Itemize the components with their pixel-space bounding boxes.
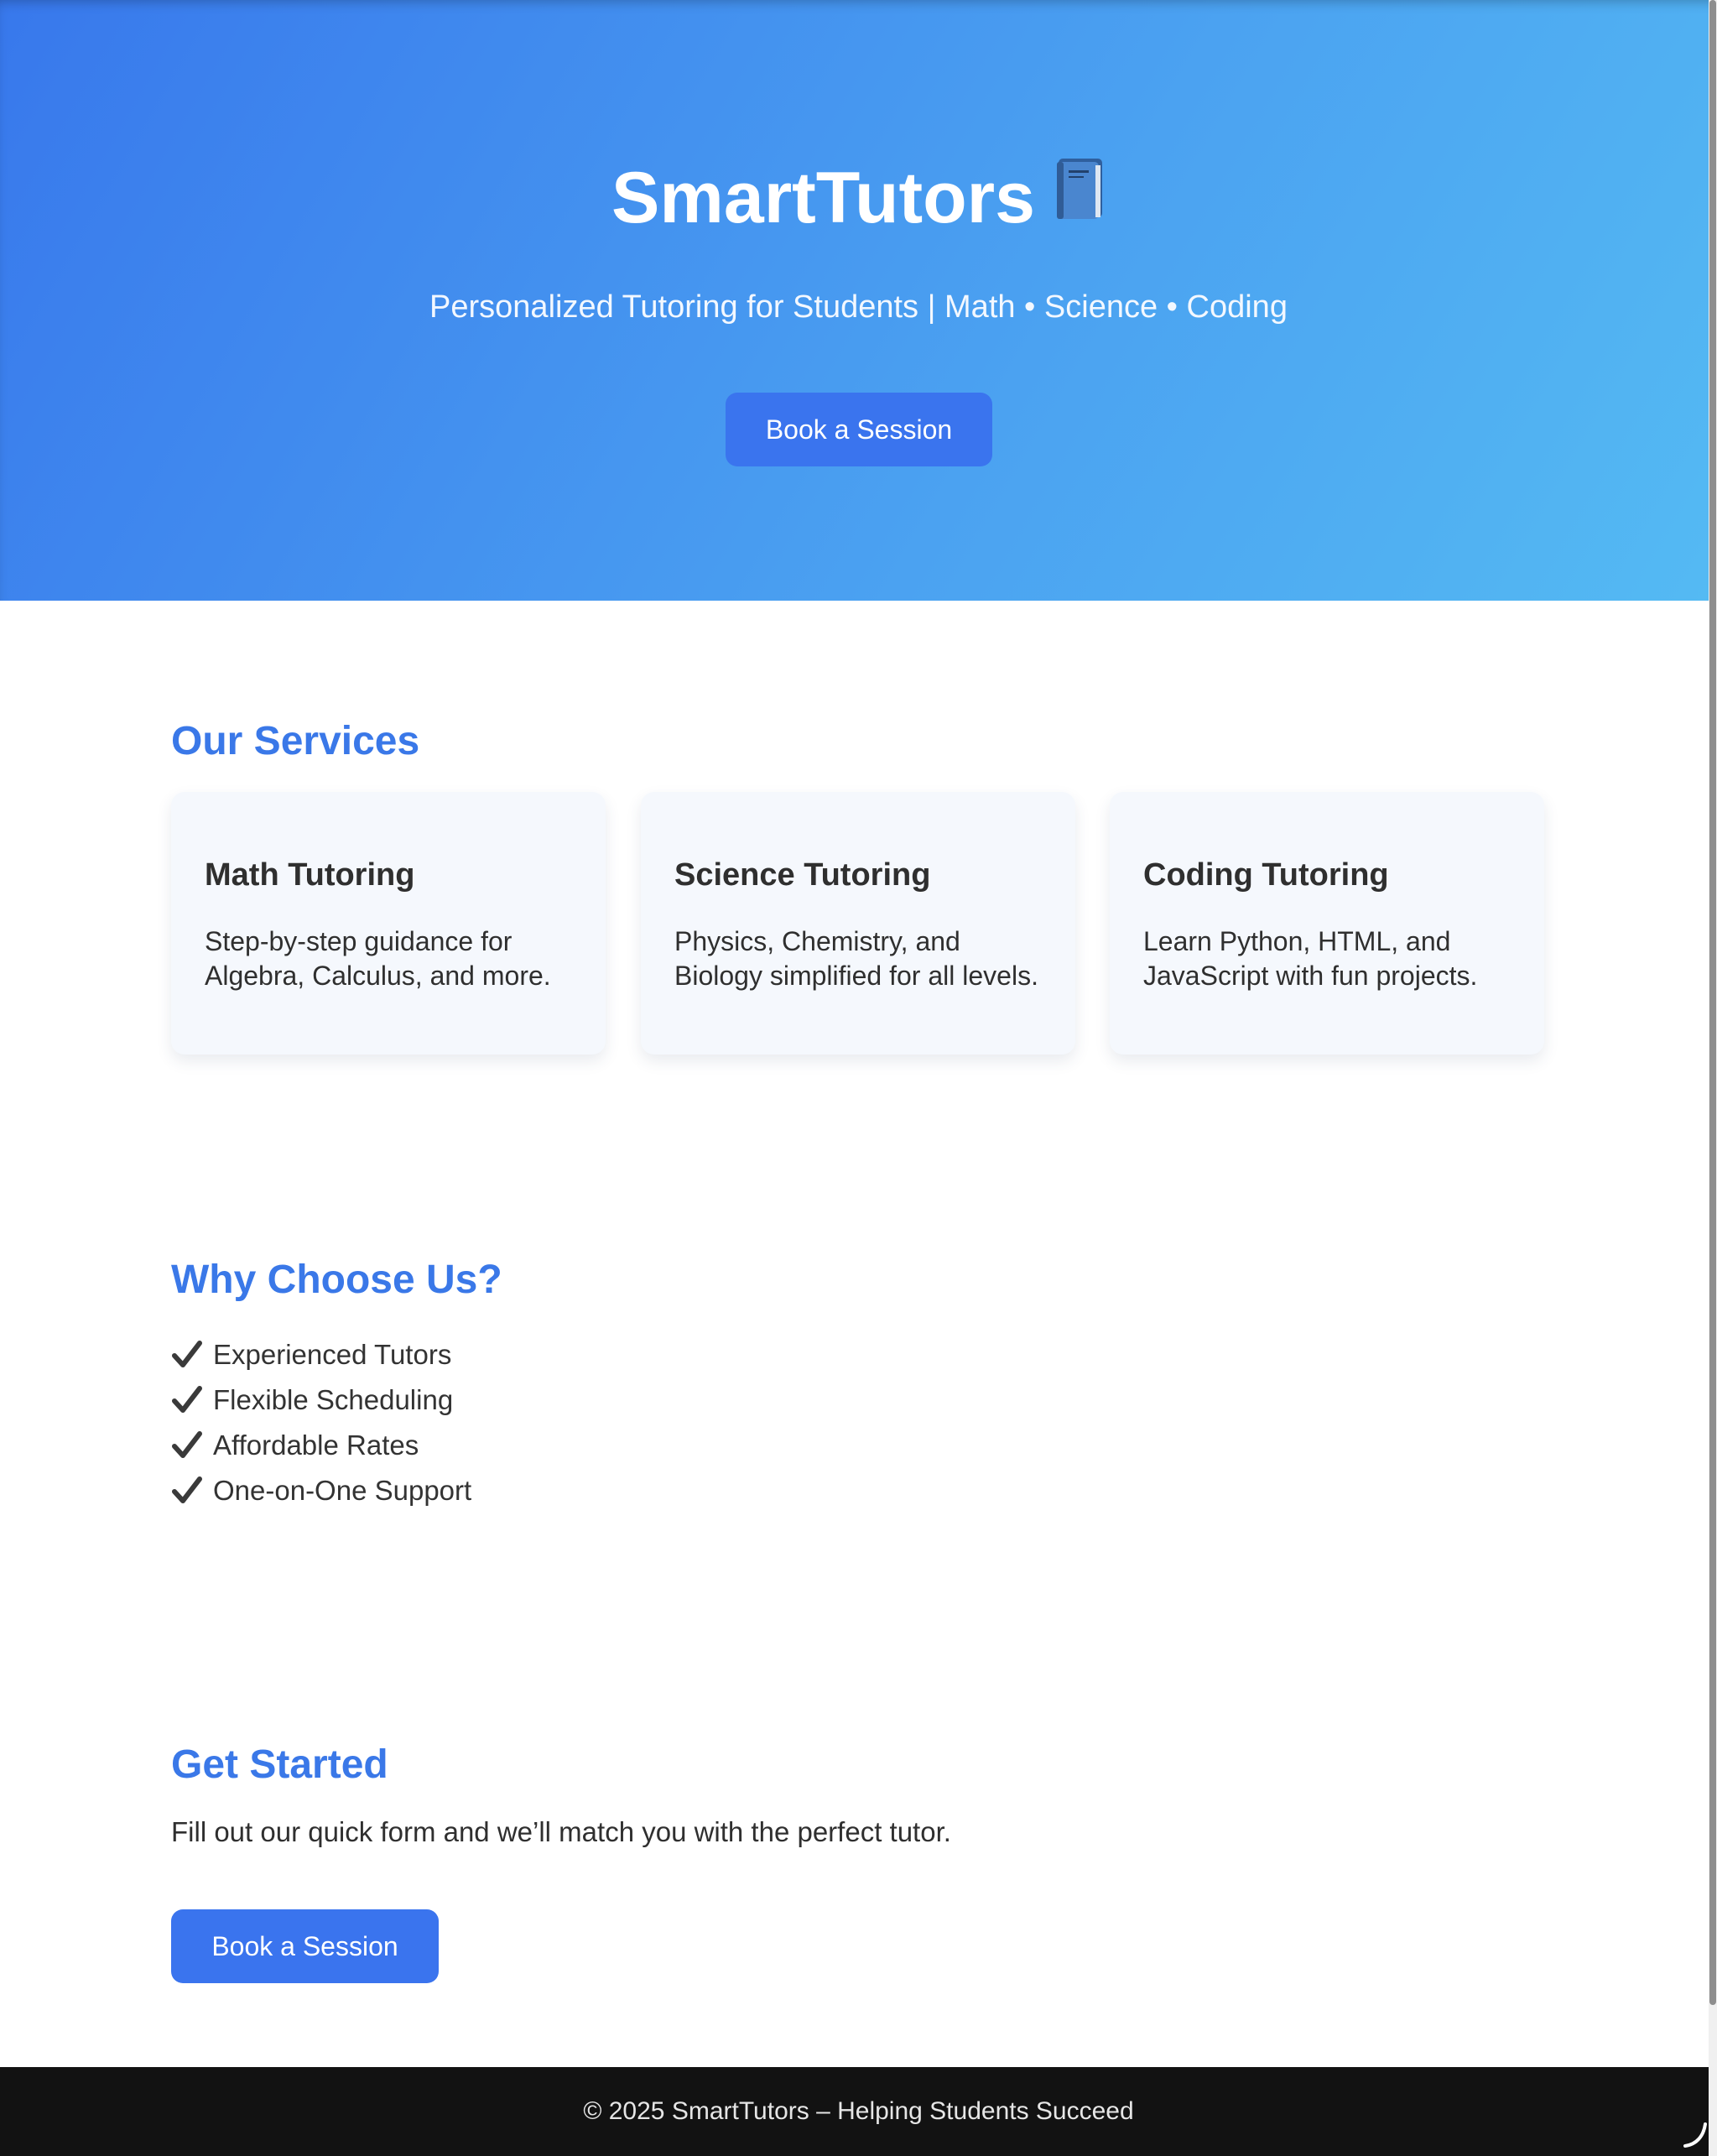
get-started-text: Fill out our quick form and we’ll match … bbox=[171, 1816, 951, 1847]
service-card-title: Science Tutoring bbox=[674, 857, 931, 893]
list-item: Affordable Rates bbox=[171, 1423, 471, 1468]
benefits-list: Experienced Tutors Flexible Scheduling A… bbox=[171, 1332, 471, 1513]
list-item: One-on-One Support bbox=[171, 1468, 471, 1513]
list-item-label: Flexible Scheduling bbox=[213, 1384, 454, 1415]
check-icon bbox=[171, 1430, 203, 1461]
hero-subtitle: Personalized Tutoring for Students | Mat… bbox=[429, 289, 1288, 325]
service-card-science: Science Tutoring Physics, Chemistry, and… bbox=[641, 792, 1075, 1055]
list-item: Experienced Tutors bbox=[171, 1332, 471, 1377]
page: SmartTutors Personalized Tutoring for St… bbox=[0, 0, 1717, 2156]
check-icon bbox=[171, 1475, 203, 1507]
why-heading: Why Choose Us? bbox=[171, 1258, 502, 1302]
list-item: Flexible Scheduling bbox=[171, 1377, 471, 1423]
scrollbar-thumb[interactable] bbox=[1709, 0, 1716, 2005]
list-item-label: Affordable Rates bbox=[213, 1430, 419, 1461]
service-card-math: Math Tutoring Step-by-step guidance for … bbox=[171, 792, 606, 1055]
site-title: SmartTutors bbox=[0, 156, 1717, 240]
service-card-description: Step-by-step guidance for Algebra, Calcu… bbox=[205, 926, 551, 991]
book-icon bbox=[1054, 154, 1106, 238]
check-icon bbox=[171, 1384, 203, 1416]
service-card-title: Math Tutoring bbox=[205, 857, 415, 893]
footer-text: © 2025 SmartTutors – Helping Students Su… bbox=[583, 2097, 1134, 2125]
resize-grip-icon bbox=[1680, 2121, 1709, 2149]
get-started-heading: Get Started bbox=[171, 1742, 388, 1787]
service-card-coding: Coding Tutoring Learn Python, HTML, and … bbox=[1110, 792, 1544, 1055]
service-card-description: Physics, Chemistry, and Biology simplifi… bbox=[674, 926, 1038, 991]
book-session-button[interactable]: Book a Session bbox=[726, 393, 992, 466]
book-session-button-secondary[interactable]: Book a Session bbox=[171, 1909, 439, 1983]
services-heading: Our Services bbox=[171, 719, 420, 763]
check-icon bbox=[171, 1339, 203, 1371]
service-card-title: Coding Tutoring bbox=[1143, 857, 1389, 893]
service-card-description: Learn Python, HTML, and JavaScript with … bbox=[1143, 926, 1478, 991]
vertical-scrollbar[interactable] bbox=[1709, 0, 1717, 2156]
site-title-text: SmartTutors bbox=[611, 158, 1035, 238]
hero-section: SmartTutors Personalized Tutoring for St… bbox=[0, 0, 1717, 601]
list-item-label: One-on-One Support bbox=[213, 1475, 472, 1506]
list-item-label: Experienced Tutors bbox=[213, 1339, 452, 1370]
footer: © 2025 SmartTutors – Helping Students Su… bbox=[0, 2067, 1717, 2156]
